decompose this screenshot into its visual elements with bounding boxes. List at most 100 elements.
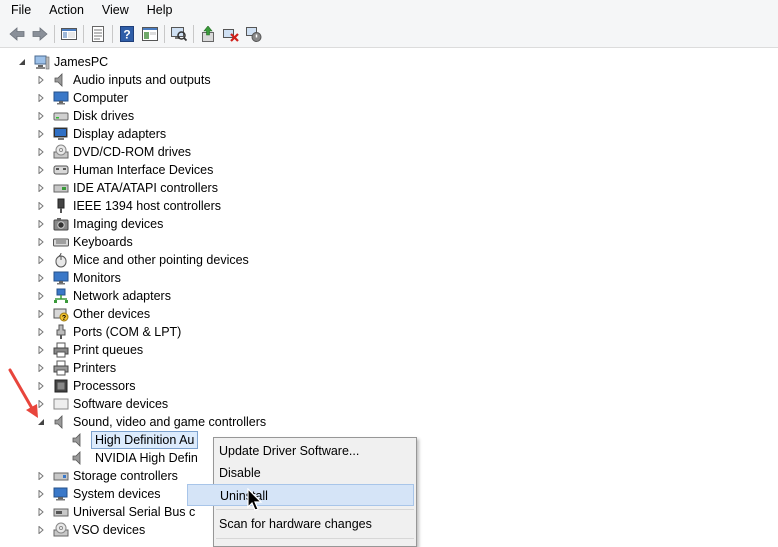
expand-icon[interactable] xyxy=(36,507,46,517)
menu-uninstall[interactable]: Uninstall xyxy=(187,484,414,506)
tree-category[interactable]: VSO devices xyxy=(36,521,145,539)
monitor-icon xyxy=(53,271,69,285)
menu-view[interactable]: View xyxy=(91,0,136,20)
tree-category-label: Imaging devices xyxy=(73,217,164,231)
show-hide-tree-icon[interactable] xyxy=(60,25,78,43)
computer-icon xyxy=(34,55,50,70)
tree-category-label: IDE ATA/ATAPI controllers xyxy=(73,181,218,195)
tree-category[interactable]: Display adapters xyxy=(36,125,166,143)
tree-device-selected[interactable]: High Definition Au xyxy=(71,431,199,449)
mouse-cursor-icon xyxy=(247,488,263,511)
tree-category[interactable]: Disk drives xyxy=(36,107,134,125)
expand-icon[interactable] xyxy=(36,147,46,157)
tree-category-label: Ports (COM & LPT) xyxy=(73,325,182,339)
tree-category-label: Sound, video and game controllers xyxy=(73,415,267,429)
tree-category-label: Printers xyxy=(73,361,117,375)
camera-icon xyxy=(53,218,69,231)
tree-category[interactable]: Imaging devices xyxy=(36,215,163,233)
tree-category[interactable]: Mice and other pointing devices xyxy=(36,251,249,269)
tree-category-expanded[interactable]: Sound, video and game controllers xyxy=(36,413,266,431)
processor-icon xyxy=(54,379,68,393)
tree-category[interactable]: Ports (COM & LPT) xyxy=(36,323,181,341)
tree-category-label: IEEE 1394 host controllers xyxy=(73,199,221,213)
tree-category-label: Disk drives xyxy=(73,109,135,123)
tree-category-label: Storage controllers xyxy=(73,469,178,483)
expand-icon[interactable] xyxy=(36,489,46,499)
tree-category-label: DVD/CD-ROM drives xyxy=(73,145,192,159)
tree-device[interactable]: NVIDIA High Defin xyxy=(71,449,198,467)
system-device-icon xyxy=(53,487,68,501)
expand-icon[interactable] xyxy=(36,309,46,319)
ieee1394-icon xyxy=(57,198,65,213)
expand-icon[interactable] xyxy=(36,219,46,229)
tree-category-label: Audio inputs and outputs xyxy=(73,73,211,87)
tree-category-label: Print queues xyxy=(73,343,144,357)
menu-action[interactable]: Action xyxy=(38,0,91,20)
tree-category[interactable]: IEEE 1394 host controllers xyxy=(36,197,221,215)
expand-icon[interactable] xyxy=(36,201,46,211)
back-icon[interactable] xyxy=(8,25,26,43)
tree-category[interactable]: IDE ATA/ATAPI controllers xyxy=(36,179,218,197)
enable-device-icon[interactable] xyxy=(245,25,263,43)
tree-category-label: System devices xyxy=(73,487,161,501)
menu-help[interactable]: Help xyxy=(136,0,180,20)
speaker-icon xyxy=(72,433,81,447)
tree-category-label: VSO devices xyxy=(73,523,146,537)
tree-category-label: Mice and other pointing devices xyxy=(73,253,249,267)
tree-category[interactable]: Network adapters xyxy=(36,287,171,305)
scan-hardware-icon[interactable] xyxy=(170,25,188,43)
tree-category[interactable]: Computer xyxy=(36,89,128,107)
tree-category-label: Computer xyxy=(73,91,128,105)
ide-controller-icon xyxy=(53,184,69,193)
expand-icon[interactable] xyxy=(36,129,46,139)
dvd-drive-icon xyxy=(53,144,69,159)
forward-icon[interactable] xyxy=(31,25,49,43)
tree-category[interactable]: System devices xyxy=(36,485,161,503)
help-icon[interactable]: ? xyxy=(118,25,136,43)
svg-text:?: ? xyxy=(123,27,130,41)
speaker-icon xyxy=(72,451,81,465)
tree-category[interactable]: Human Interface Devices xyxy=(36,161,213,179)
update-driver-icon[interactable] xyxy=(199,25,217,43)
menu-scan-hardware[interactable]: Scan for hardware changes xyxy=(214,513,416,535)
expand-icon[interactable] xyxy=(36,165,46,175)
properties-icon[interactable] xyxy=(89,25,107,43)
expand-icon[interactable] xyxy=(36,327,46,337)
expand-icon[interactable] xyxy=(36,255,46,265)
tree-category[interactable]: Keyboards xyxy=(36,233,133,251)
show-view-icon[interactable] xyxy=(141,25,159,43)
tree-category[interactable]: Processors xyxy=(36,377,136,395)
expand-icon[interactable] xyxy=(36,183,46,193)
expand-icon[interactable] xyxy=(36,75,46,85)
tree-category[interactable]: Software devices xyxy=(36,395,168,413)
tree-category[interactable]: DVD/CD-ROM drives xyxy=(36,143,191,161)
tree-category[interactable]: Storage controllers xyxy=(36,467,178,485)
expand-icon[interactable] xyxy=(36,237,46,247)
expand-icon[interactable] xyxy=(36,345,46,355)
tree-root[interactable]: JamesPC xyxy=(17,53,108,71)
menu-update-driver[interactable]: Update Driver Software... xyxy=(214,440,416,462)
expand-icon[interactable] xyxy=(36,471,46,481)
tree-category[interactable]: Universal Serial Bus c xyxy=(36,503,195,521)
collapse-icon[interactable] xyxy=(17,57,27,67)
storage-controller-icon xyxy=(53,472,69,481)
expand-icon[interactable] xyxy=(36,525,46,535)
expand-icon[interactable] xyxy=(36,111,46,121)
speaker-icon xyxy=(54,415,63,429)
tree-category[interactable]: Monitors xyxy=(36,269,121,287)
svg-text:?: ? xyxy=(62,315,66,322)
software-device-icon xyxy=(53,398,69,410)
uninstall-icon[interactable] xyxy=(222,25,240,43)
tree-device-label: NVIDIA High Defin xyxy=(95,451,198,465)
expand-icon[interactable] xyxy=(36,273,46,283)
tree-category[interactable]: Print queues xyxy=(36,341,143,359)
tree-category-label: Monitors xyxy=(73,271,121,285)
tree-category[interactable]: ? Other devices xyxy=(36,305,150,323)
usb-icon xyxy=(53,508,69,517)
menu-file[interactable]: File xyxy=(0,0,38,20)
menu-disable[interactable]: Disable xyxy=(214,462,416,484)
expand-icon[interactable] xyxy=(36,291,46,301)
tree-category-label: Other devices xyxy=(73,307,151,321)
tree-category[interactable]: Audio inputs and outputs xyxy=(36,71,211,89)
expand-icon[interactable] xyxy=(36,93,46,103)
